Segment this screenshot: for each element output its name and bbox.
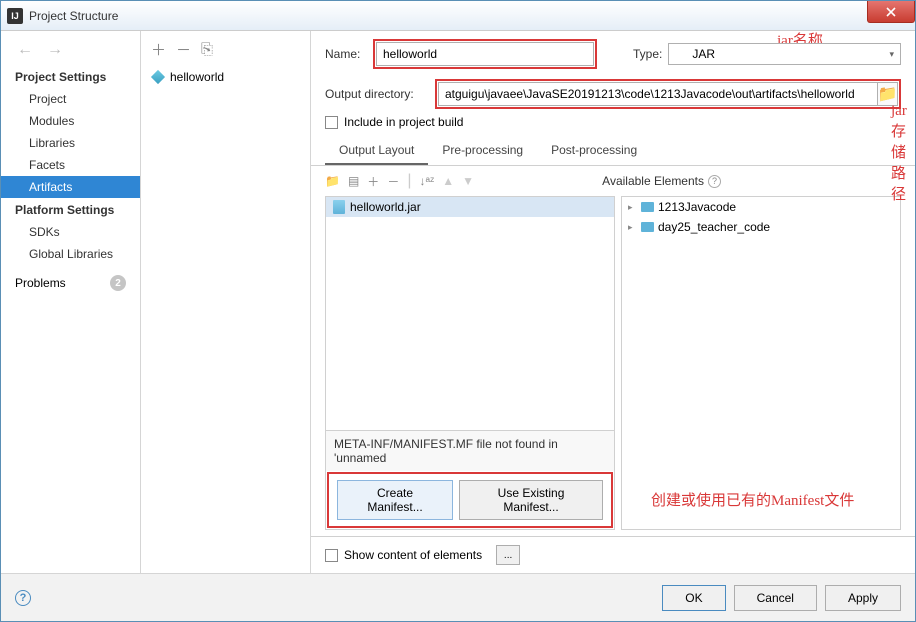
app-icon: IJ xyxy=(7,8,23,24)
window-title: Project Structure xyxy=(29,9,118,23)
tree-item-jar[interactable]: helloworld.jar xyxy=(326,197,614,217)
problems-count-badge: 2 xyxy=(110,275,126,291)
name-row: Name: jar名称 Type: JAR ▾ xyxy=(311,31,915,73)
remove-icon[interactable]: － xyxy=(176,39,191,60)
copy-icon[interactable]: ⎘ xyxy=(201,41,213,58)
body: ← → Project Settings Project Modules Lib… xyxy=(1,31,915,621)
type-select[interactable]: JAR ▾ xyxy=(668,43,901,65)
include-row: Include in project build xyxy=(311,113,915,137)
sidebar-item-project[interactable]: Project xyxy=(1,88,140,110)
layout-toolbar: 📁 ▤ ＋ － | ↓ᵃᶻ ▲ ▼ Available Elements ? xyxy=(311,166,915,196)
output-tree-panel: helloworld.jar META-INF/MANIFEST.MF file… xyxy=(325,196,615,530)
sidebar-item-artifacts[interactable]: Artifacts xyxy=(1,176,140,198)
sidebar-item-problems[interactable]: Problems 2 xyxy=(1,265,140,295)
show-content-label: Show content of elements xyxy=(344,548,482,562)
close-button[interactable] xyxy=(867,1,915,23)
back-arrow-icon[interactable]: ← xyxy=(17,41,33,59)
available-item-label: day25_teacher_code xyxy=(658,220,770,234)
available-elements-panel: ▸ 1213Javacode ▸ day25_teacher_code xyxy=(621,196,901,530)
available-item-label: 1213Javacode xyxy=(658,200,736,214)
cancel-button[interactable]: Cancel xyxy=(734,585,817,611)
window: IJ Project Structure ← → Project Setting… xyxy=(0,0,916,622)
module-folder-icon xyxy=(640,220,654,234)
include-label: Include in project build xyxy=(344,115,463,129)
help-icon[interactable]: ? xyxy=(708,175,721,188)
section-project-settings: Project Settings xyxy=(1,65,140,88)
close-icon xyxy=(886,7,896,17)
sidebar-item-libraries[interactable]: Libraries xyxy=(1,132,140,154)
main: ← → Project Settings Project Modules Lib… xyxy=(1,31,915,573)
artifact-label: helloworld xyxy=(170,70,224,84)
expand-icon[interactable]: ▸ xyxy=(628,202,638,213)
footer: ? OK Cancel Apply xyxy=(1,573,915,621)
add-icon[interactable]: ＋ xyxy=(151,39,166,60)
type-value: JAR xyxy=(692,47,715,61)
titlebar: IJ Project Structure xyxy=(1,1,915,31)
move-up-icon[interactable]: ▲ xyxy=(442,174,454,188)
remove-item-icon[interactable]: － xyxy=(387,173,399,190)
sidebar-item-facets[interactable]: Facets xyxy=(1,154,140,176)
output-row: Output directory: 📁 xyxy=(311,73,915,113)
ok-button[interactable]: OK xyxy=(662,585,725,611)
add-copy-icon[interactable]: ＋ xyxy=(367,173,379,190)
content-area: Name: jar名称 Type: JAR ▾ Output directory… xyxy=(311,31,915,573)
create-archive-icon[interactable]: ▤ xyxy=(348,174,359,188)
show-content-checkbox[interactable] xyxy=(325,549,338,562)
expand-icon[interactable]: ▸ xyxy=(628,222,638,233)
artifacts-sidebar: ＋ － ⎘ helloworld xyxy=(141,31,311,573)
tab-pre-processing[interactable]: Pre-processing xyxy=(428,137,537,165)
available-item-1213javacode[interactable]: ▸ 1213Javacode xyxy=(622,197,900,217)
name-input[interactable] xyxy=(376,42,594,66)
create-manifest-button[interactable]: Create Manifest... xyxy=(337,480,453,520)
forward-arrow-icon[interactable]: → xyxy=(47,41,63,59)
available-elements-label: Available Elements ? xyxy=(602,174,721,188)
type-label: Type: xyxy=(633,47,662,61)
manifest-buttons-highlight: Create Manifest... Use Existing Manifest… xyxy=(327,472,613,528)
tab-output-layout[interactable]: Output Layout xyxy=(325,137,428,165)
panel-footer: META-INF/MANIFEST.MF file not found in '… xyxy=(326,430,614,529)
jar-file-label: helloworld.jar xyxy=(350,200,421,214)
manifest-not-found-text: META-INF/MANIFEST.MF file not found in '… xyxy=(326,431,614,471)
annotation-storage-path: jar存储路径 xyxy=(891,103,915,204)
settings-sidebar: ← → Project Settings Project Modules Lib… xyxy=(1,31,141,573)
output-input-highlight: 📁 xyxy=(435,79,901,109)
artifact-icon xyxy=(151,70,165,84)
annotation-manifest: 创建或使用已有的Manifest文件 xyxy=(651,489,854,510)
section-platform-settings: Platform Settings xyxy=(1,198,140,221)
jar-file-icon xyxy=(332,200,346,214)
sidebar-item-sdks[interactable]: SDKs xyxy=(1,221,140,243)
name-label: Name: xyxy=(325,47,367,61)
help-button[interactable]: ? xyxy=(15,590,31,606)
sidebar-item-global-libraries[interactable]: Global Libraries xyxy=(1,243,140,265)
layout-area: 📁 ▤ ＋ － | ↓ᵃᶻ ▲ ▼ Available Elements ? xyxy=(311,166,915,536)
name-input-highlight xyxy=(373,39,597,69)
sort-icon[interactable]: ↓ᵃᶻ xyxy=(419,174,434,188)
show-content-row: Show content of elements ... xyxy=(311,536,915,573)
tab-post-processing[interactable]: Post-processing xyxy=(537,137,651,165)
problems-label: Problems xyxy=(15,276,66,290)
layout-panels: helloworld.jar META-INF/MANIFEST.MF file… xyxy=(311,196,915,536)
show-content-options-button[interactable]: ... xyxy=(496,545,520,565)
tabs: Output Layout Pre-processing Post-proces… xyxy=(311,137,915,166)
apply-button[interactable]: Apply xyxy=(825,585,901,611)
sidebar-item-modules[interactable]: Modules xyxy=(1,110,140,132)
use-existing-manifest-button[interactable]: Use Existing Manifest... xyxy=(459,480,603,520)
separator: | xyxy=(407,172,411,190)
move-down-icon[interactable]: ▼ xyxy=(462,174,474,188)
include-checkbox[interactable] xyxy=(325,116,338,129)
chevron-down-icon: ▾ xyxy=(889,49,894,60)
nav-arrows: ← → xyxy=(1,35,140,65)
output-input[interactable] xyxy=(438,82,878,106)
create-dir-icon[interactable]: 📁 xyxy=(325,174,340,188)
artifacts-toolbar: ＋ － ⎘ xyxy=(141,31,310,66)
available-item-day25[interactable]: ▸ day25_teacher_code xyxy=(622,217,900,237)
jar-type-icon xyxy=(675,48,687,60)
output-label: Output directory: xyxy=(325,87,431,101)
artifact-item-helloworld[interactable]: helloworld xyxy=(141,66,310,88)
module-folder-icon xyxy=(640,200,654,214)
